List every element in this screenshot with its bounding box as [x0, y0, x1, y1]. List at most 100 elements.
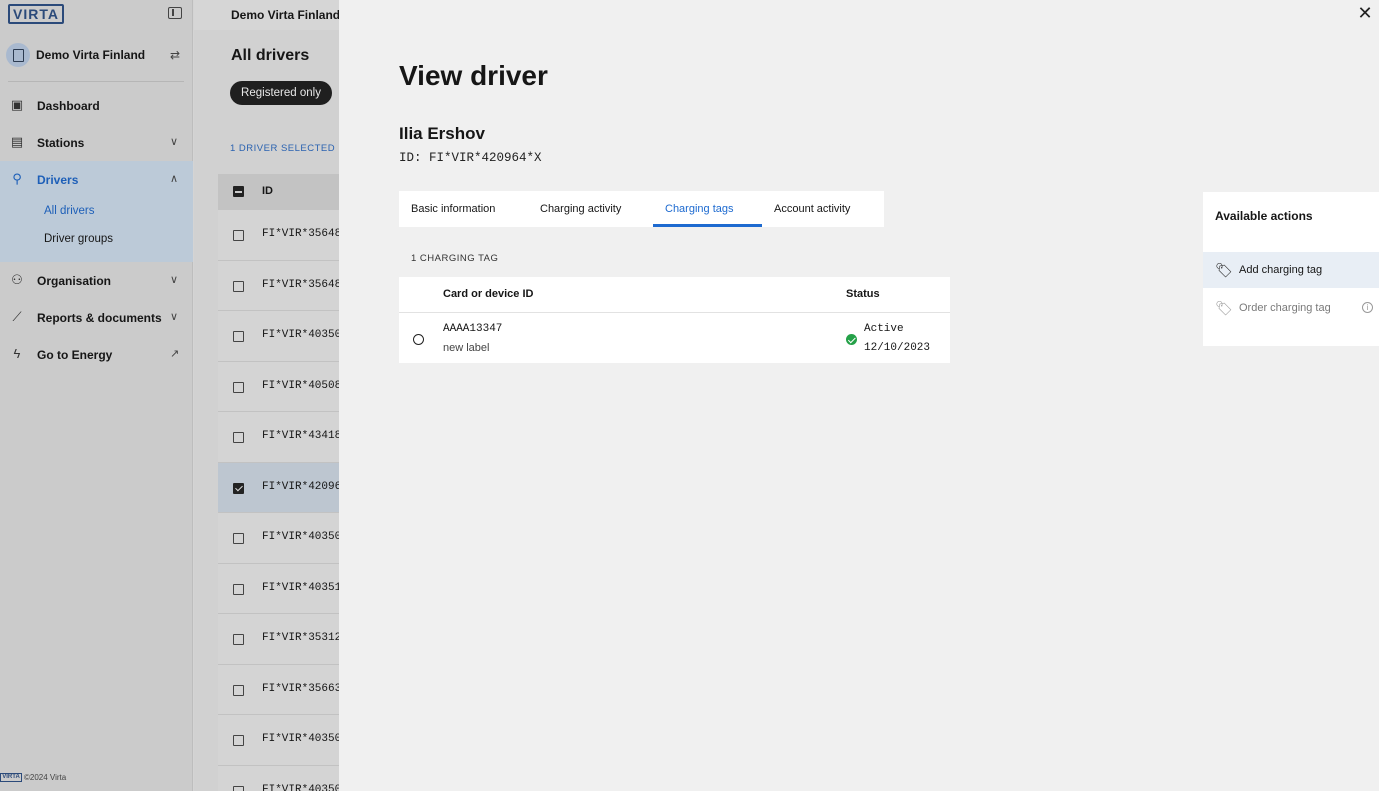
sidebar-item-label: Dashboard [37, 99, 100, 113]
row-checkbox[interactable] [233, 230, 244, 241]
driver-id-cell: FI*VIR*40351 [262, 581, 339, 594]
chevron-down-icon: ∨ [170, 274, 179, 286]
id-column-header[interactable]: ID [262, 185, 273, 197]
check-circle-icon [846, 334, 857, 345]
select-all-checkbox[interactable] [233, 186, 244, 197]
table-row[interactable]: FI*VIR*43418 [218, 412, 339, 463]
sidebar-item-organisation[interactable]: ⚇ Organisation ∨ [0, 263, 193, 299]
switch-org-icon[interactable]: ⇄ [170, 48, 180, 62]
sidebar-item-reports[interactable]: ⟋ Reports & documents ∨ [0, 300, 193, 336]
sidebar: VIRTA Demo Virta Finland ⇄ ▣ Dashboard ▤… [0, 0, 193, 791]
tag-icon: 🏷︎ [1215, 262, 1233, 278]
driver-icon: ⚲ [12, 171, 22, 186]
driver-name: Ilia Ershov [399, 124, 485, 143]
table-row[interactable]: FI*VIR*35648 [218, 210, 339, 261]
charging-tag-count: 1 CHARGING TAG [411, 253, 499, 264]
tag-label-cell: new label [443, 342, 490, 354]
close-icon[interactable]: ✕ [1357, 4, 1373, 22]
available-actions-panel: Available actions 🏷︎ Add charging tag 🏷︎… [1203, 192, 1379, 346]
tab-basic-information[interactable]: Basic information [399, 191, 528, 227]
org-switcher[interactable]: Demo Virta Finland ⇄ [0, 40, 193, 72]
action-label: Order charging tag [1239, 302, 1331, 314]
row-checkbox[interactable] [233, 280, 244, 292]
table-row[interactable]: FI*VIR*35663 [218, 664, 339, 715]
driver-id-cell: FI*VIR*42096 [262, 480, 339, 493]
driver-id-cell: FI*VIR*35312 [262, 632, 339, 644]
row-checkbox[interactable] [233, 684, 244, 696]
sidebar-item-label: Stations [37, 136, 85, 150]
org-name: Demo Virta Finland [36, 48, 146, 62]
org-breadcrumb[interactable]: Demo Virta Finland (1 [231, 8, 339, 22]
virta-logo[interactable]: VIRTA [8, 4, 64, 24]
chevron-up-icon: ∧ [170, 173, 179, 185]
row-radio-button[interactable] [413, 334, 424, 345]
copyright: ©2024 Virta [24, 773, 67, 782]
sidebar-item-label: Organisation [37, 274, 112, 288]
table-row[interactable]: FI*VIR*40508 [218, 361, 339, 412]
collapse-sidebar-icon[interactable] [168, 7, 182, 19]
sidebar-item-label: Drivers [37, 173, 79, 187]
table-row[interactable]: FI*VIR*40351 [218, 563, 339, 614]
row-checkbox[interactable] [233, 381, 244, 393]
charging-tags-table: Card or device ID Status AAAA13347 new l… [399, 277, 950, 363]
sidebar-item-dashboard[interactable]: ▣ Dashboard [0, 88, 193, 124]
chevron-down-icon: ∨ [170, 311, 179, 323]
sidebar-item-label: Reports & documents [37, 311, 162, 325]
row-checkbox[interactable] [233, 785, 244, 791]
tag-plus-icon: 🏷︎ [1215, 300, 1233, 316]
add-charging-tag-button[interactable]: 🏷︎ Add charging tag [1203, 252, 1379, 288]
table-row[interactable]: FI*VIR*35312 [218, 614, 339, 665]
row-checkbox[interactable] [233, 432, 244, 443]
tab-charging-activity[interactable]: Charging activity [528, 191, 653, 227]
sidebar-item-energy[interactable]: ϟ Go to Energy ↗ [0, 337, 193, 373]
row-checkbox[interactable] [233, 735, 244, 746]
sidebar-item-stations[interactable]: ▤ Stations ∨ [0, 125, 193, 161]
sidebar-item-drivers[interactable]: ⚲ Drivers ∧ [0, 162, 193, 198]
table-row[interactable]: FI*VIR*40350 [218, 765, 339, 791]
row-checkbox[interactable] [233, 583, 244, 595]
table-row[interactable]: FI*VIR*40350 [218, 311, 339, 362]
driver-id-cell: FI*VIR*40350 [262, 531, 339, 543]
table-row[interactable]: AAAA13347 new label Active 12/10/2023 [399, 313, 950, 363]
order-charging-tag-button[interactable]: 🏷︎ Order charging tag i [1203, 290, 1379, 326]
dashboard-icon: ▣ [10, 97, 24, 112]
info-icon[interactable]: i [1362, 302, 1373, 313]
tab-charging-tags[interactable]: Charging tags [653, 191, 762, 227]
row-checkbox-checked[interactable] [233, 482, 244, 494]
card-id-column-header: Card or device ID [443, 288, 534, 300]
row-checkbox[interactable] [233, 533, 244, 544]
selection-count: 1 DRIVER SELECTED [230, 143, 336, 154]
actions-title: Available actions [1215, 209, 1313, 223]
sidebar-item-driver-groups[interactable]: Driver groups [44, 233, 113, 245]
tab-account-activity[interactable]: Account activity [762, 191, 884, 227]
top-bar: Demo Virta Finland (1 [194, 0, 339, 30]
chevron-down-icon: ∨ [170, 136, 179, 148]
driver-id-cell: FI*VIR*40508 [262, 379, 339, 392]
row-checkbox[interactable] [233, 331, 244, 342]
table-row-selected[interactable]: FI*VIR*42096 [218, 462, 339, 513]
table-header: ID [218, 174, 339, 210]
driver-id-cell: FI*VIR*40350 [262, 733, 339, 745]
lightning-icon: ϟ [13, 346, 21, 361]
action-label: Add charging tag [1239, 264, 1323, 276]
status-column-header: Status [846, 288, 880, 300]
driver-id-cell: FI*VIR*40350 [262, 329, 339, 341]
table-row[interactable]: FI*VIR*40350 [218, 513, 339, 564]
status-date-cell: 12/10/2023 [864, 342, 931, 354]
building-icon [6, 43, 30, 67]
drivers-table: ID FI*VIR*35648 FI*VIR*35648 FI*VIR*4035… [218, 174, 339, 791]
row-checkbox[interactable] [233, 634, 244, 645]
table-row[interactable]: FI*VIR*40350 [218, 715, 339, 766]
station-icon: ▤ [10, 134, 24, 149]
sidebar-group-drivers: ⚲ Drivers ∧ All drivers Driver groups [0, 161, 193, 262]
sidebar-item-label: Go to Energy [37, 348, 113, 362]
driver-id-cell: FI*VIR*35648 [262, 228, 339, 240]
table-row[interactable]: FI*VIR*35648 [218, 260, 339, 311]
driver-id-cell: FI*VIR*40350 [262, 783, 339, 791]
drawer-title: View driver [399, 60, 548, 91]
chart-line-icon: ⟋ [12, 309, 22, 324]
sidebar-item-all-drivers[interactable]: All drivers [44, 205, 94, 217]
table-header: Card or device ID Status [399, 277, 950, 313]
footer: VIRTA ©2024 Virta [0, 773, 67, 783]
filter-chip-registered[interactable]: Registered only [230, 81, 332, 105]
